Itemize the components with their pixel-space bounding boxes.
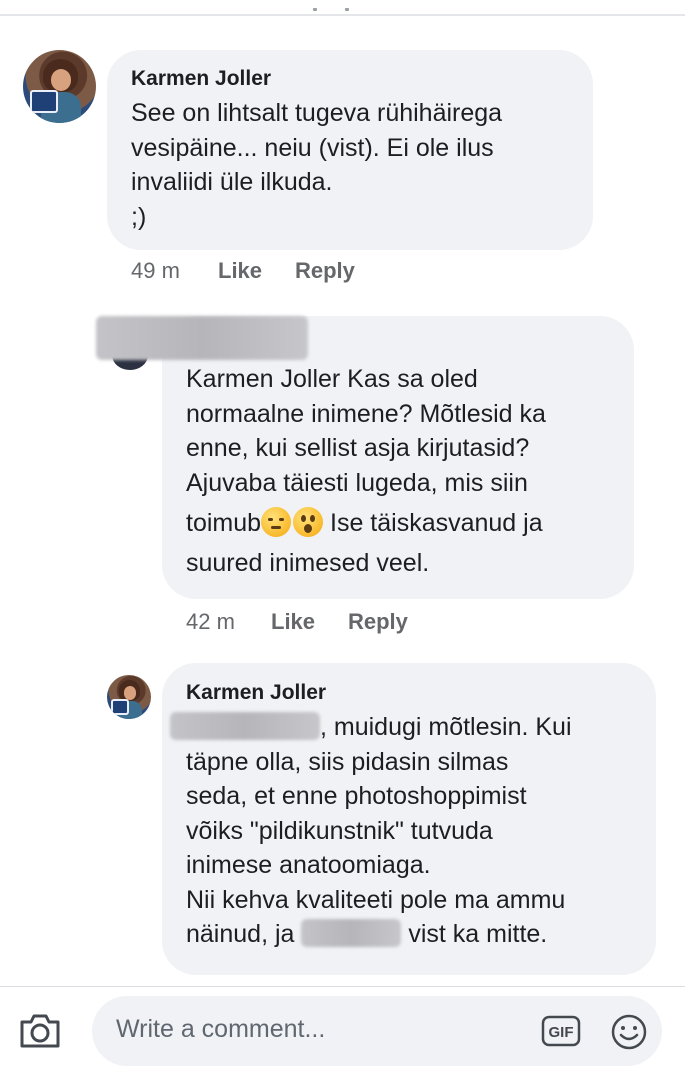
comment-line: , muidugi mõtlesin. Kui (170, 710, 572, 745)
comment-line: täpne olla, siis pidasin silmas (186, 747, 509, 776)
comment-line: näinud, ja vist ka mitte. (170, 917, 572, 952)
comment-line: võiks "pildikunstnik" tutvuda (186, 816, 493, 845)
reply-button[interactable]: Reply (295, 258, 355, 284)
composer-divider (0, 986, 685, 987)
comment-line: suured inimesed veel. (186, 549, 430, 577)
like-button[interactable]: Like (218, 258, 262, 284)
camera-icon[interactable] (18, 1013, 62, 1049)
avatar-face (50, 68, 72, 91)
comment-line: Nii kehva kvaliteeti pole ma ammu (186, 885, 566, 914)
comment-line: See on lihtsalt tugeva rühihäirega (131, 99, 503, 127)
comment-line-start: näinud, ja (186, 920, 295, 948)
comment-line-end: Ise täiskasvanud ja (323, 509, 543, 537)
gif-label: GIF (549, 1024, 574, 1041)
comment-author[interactable]: Karmen Joller (186, 681, 326, 705)
comment-input[interactable]: Write a comment... GIF (92, 996, 662, 1066)
comment-text: , muidugi mõtlesin. Kui täpne olla, siis… (170, 710, 572, 952)
redacted-name (301, 919, 402, 947)
redacted-author-name (96, 316, 308, 360)
comment-line: invaliidi üle ilkuda. (131, 168, 333, 196)
comment-author[interactable]: Karmen Joller (131, 67, 271, 91)
comment-text: Karmen Joller Kas sa oled normaalne inim… (186, 362, 546, 581)
comment-line: ;) (131, 202, 147, 231)
avatar-badge (30, 90, 58, 114)
emoji-icon[interactable] (610, 1013, 648, 1051)
gif-icon[interactable]: GIF (541, 1015, 581, 1047)
comment-line: inimese anatoomiaga. (186, 851, 431, 879)
comment-line: Ajuvaba täiesti lugeda, mis siin (186, 468, 528, 497)
comment-line: seda, et enne photoshoppimist (186, 782, 527, 810)
comment-line-end: vist ka mitte. (401, 920, 548, 948)
redacted-name (170, 712, 320, 740)
comment-timestamp[interactable]: 49 m (131, 258, 180, 284)
comment-line: enne, kui sellist asja kirjutasid? (186, 434, 530, 462)
comment-line: vesipäine... neiu (vist). Ei ole ilus (131, 133, 494, 162)
pensive-face-emoji-icon (261, 507, 292, 537)
reply-button[interactable]: Reply (348, 609, 408, 635)
avatar-face (123, 686, 137, 700)
comment-line: Karmen Joller Kas sa oled (186, 365, 478, 393)
top-divider (0, 14, 685, 16)
comment-line: toimub Ise täiskasvanud ja (186, 500, 546, 546)
like-button[interactable]: Like (271, 609, 315, 635)
avatar-badge (111, 699, 130, 715)
hushed-face-emoji-icon (293, 507, 324, 537)
comment-text: See on lihtsalt tugeva rühihäirega vesip… (131, 96, 502, 234)
comment-timestamp[interactable]: 42 m (186, 609, 235, 635)
comment-line-rest: , muidugi mõtlesin. Kui (320, 713, 572, 741)
avatar-karmen-joller[interactable] (107, 675, 151, 719)
avatar-karmen-joller[interactable] (23, 50, 96, 123)
comment-line-start: toimub (186, 509, 262, 537)
comment-line: normaalne inimene? Mõtlesid ka (186, 399, 546, 428)
top-cut-off-content (305, 0, 365, 14)
comment-input-placeholder: Write a comment... (116, 1015, 326, 1043)
